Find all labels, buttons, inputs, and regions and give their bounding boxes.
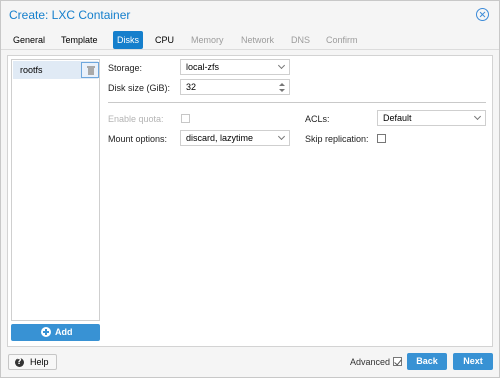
next-button[interactable]: Next [453, 353, 493, 370]
close-icon[interactable] [476, 8, 489, 21]
tab-dns: DNS [291, 35, 311, 45]
spin-down-icon[interactable] [279, 89, 285, 92]
tab-divider [1, 49, 499, 50]
section-divider [108, 102, 486, 103]
chevron-down-icon [473, 112, 482, 121]
tab-general[interactable]: General [9, 31, 49, 49]
skip-replication-checkbox[interactable] [377, 134, 386, 143]
chevron-down-icon [277, 61, 286, 70]
acls-select[interactable]: Default [377, 110, 486, 126]
trash-body [88, 68, 94, 75]
disk-size-input[interactable]: 32 [180, 79, 290, 95]
dialog-titlebar: Create: LXC Container [1, 1, 499, 28]
disk-list: rootfs [11, 59, 100, 321]
add-disk-label: Add [55, 327, 73, 337]
advanced-label: Advanced [350, 357, 391, 367]
list-item-rootfs[interactable]: rootfs [13, 61, 99, 79]
storage-label: Storage: [108, 63, 143, 73]
acls-value: Default [383, 113, 412, 123]
acls-label: ACLs: [305, 114, 330, 124]
storage-value: local-zfs [186, 62, 220, 72]
tab-template[interactable]: Template [57, 31, 102, 49]
mount-options-value: discard, lazytime [186, 133, 254, 143]
tab-confirm: Confirm [326, 35, 358, 45]
advanced-checkbox[interactable] [393, 357, 402, 366]
chevron-down-icon [277, 132, 286, 141]
dialog-title: Create: LXC Container [9, 8, 131, 22]
tab-disks[interactable]: Disks [113, 31, 143, 49]
tab-memory: Memory [191, 35, 224, 45]
list-item-label: rootfs [20, 65, 43, 75]
mount-options-select[interactable]: discard, lazytime [180, 130, 290, 146]
back-button[interactable]: Back [407, 353, 447, 370]
tab-cpu[interactable]: CPU [151, 31, 178, 49]
enable-quota-checkbox [181, 114, 190, 123]
storage-select[interactable]: local-zfs [180, 59, 290, 75]
mount-options-label: Mount options: [108, 134, 168, 144]
help-label: Help [30, 357, 49, 367]
add-disk-button[interactable]: Add [11, 324, 100, 341]
spin-up-icon[interactable] [279, 83, 285, 86]
enable-quota-label: Enable quota: [108, 114, 164, 124]
skip-replication-label: Skip replication: [305, 134, 369, 144]
help-button[interactable]: Help [8, 354, 57, 370]
plus-circle-icon [41, 327, 51, 337]
disk-size-label: Disk size (GiB): [108, 83, 171, 93]
create-lxc-dialog: Create: LXC Container General Template D… [0, 0, 500, 378]
question-circle-icon [15, 357, 24, 367]
disk-size-value: 32 [186, 82, 197, 92]
tab-network: Network [241, 35, 275, 45]
trash-icon[interactable] [81, 62, 99, 78]
